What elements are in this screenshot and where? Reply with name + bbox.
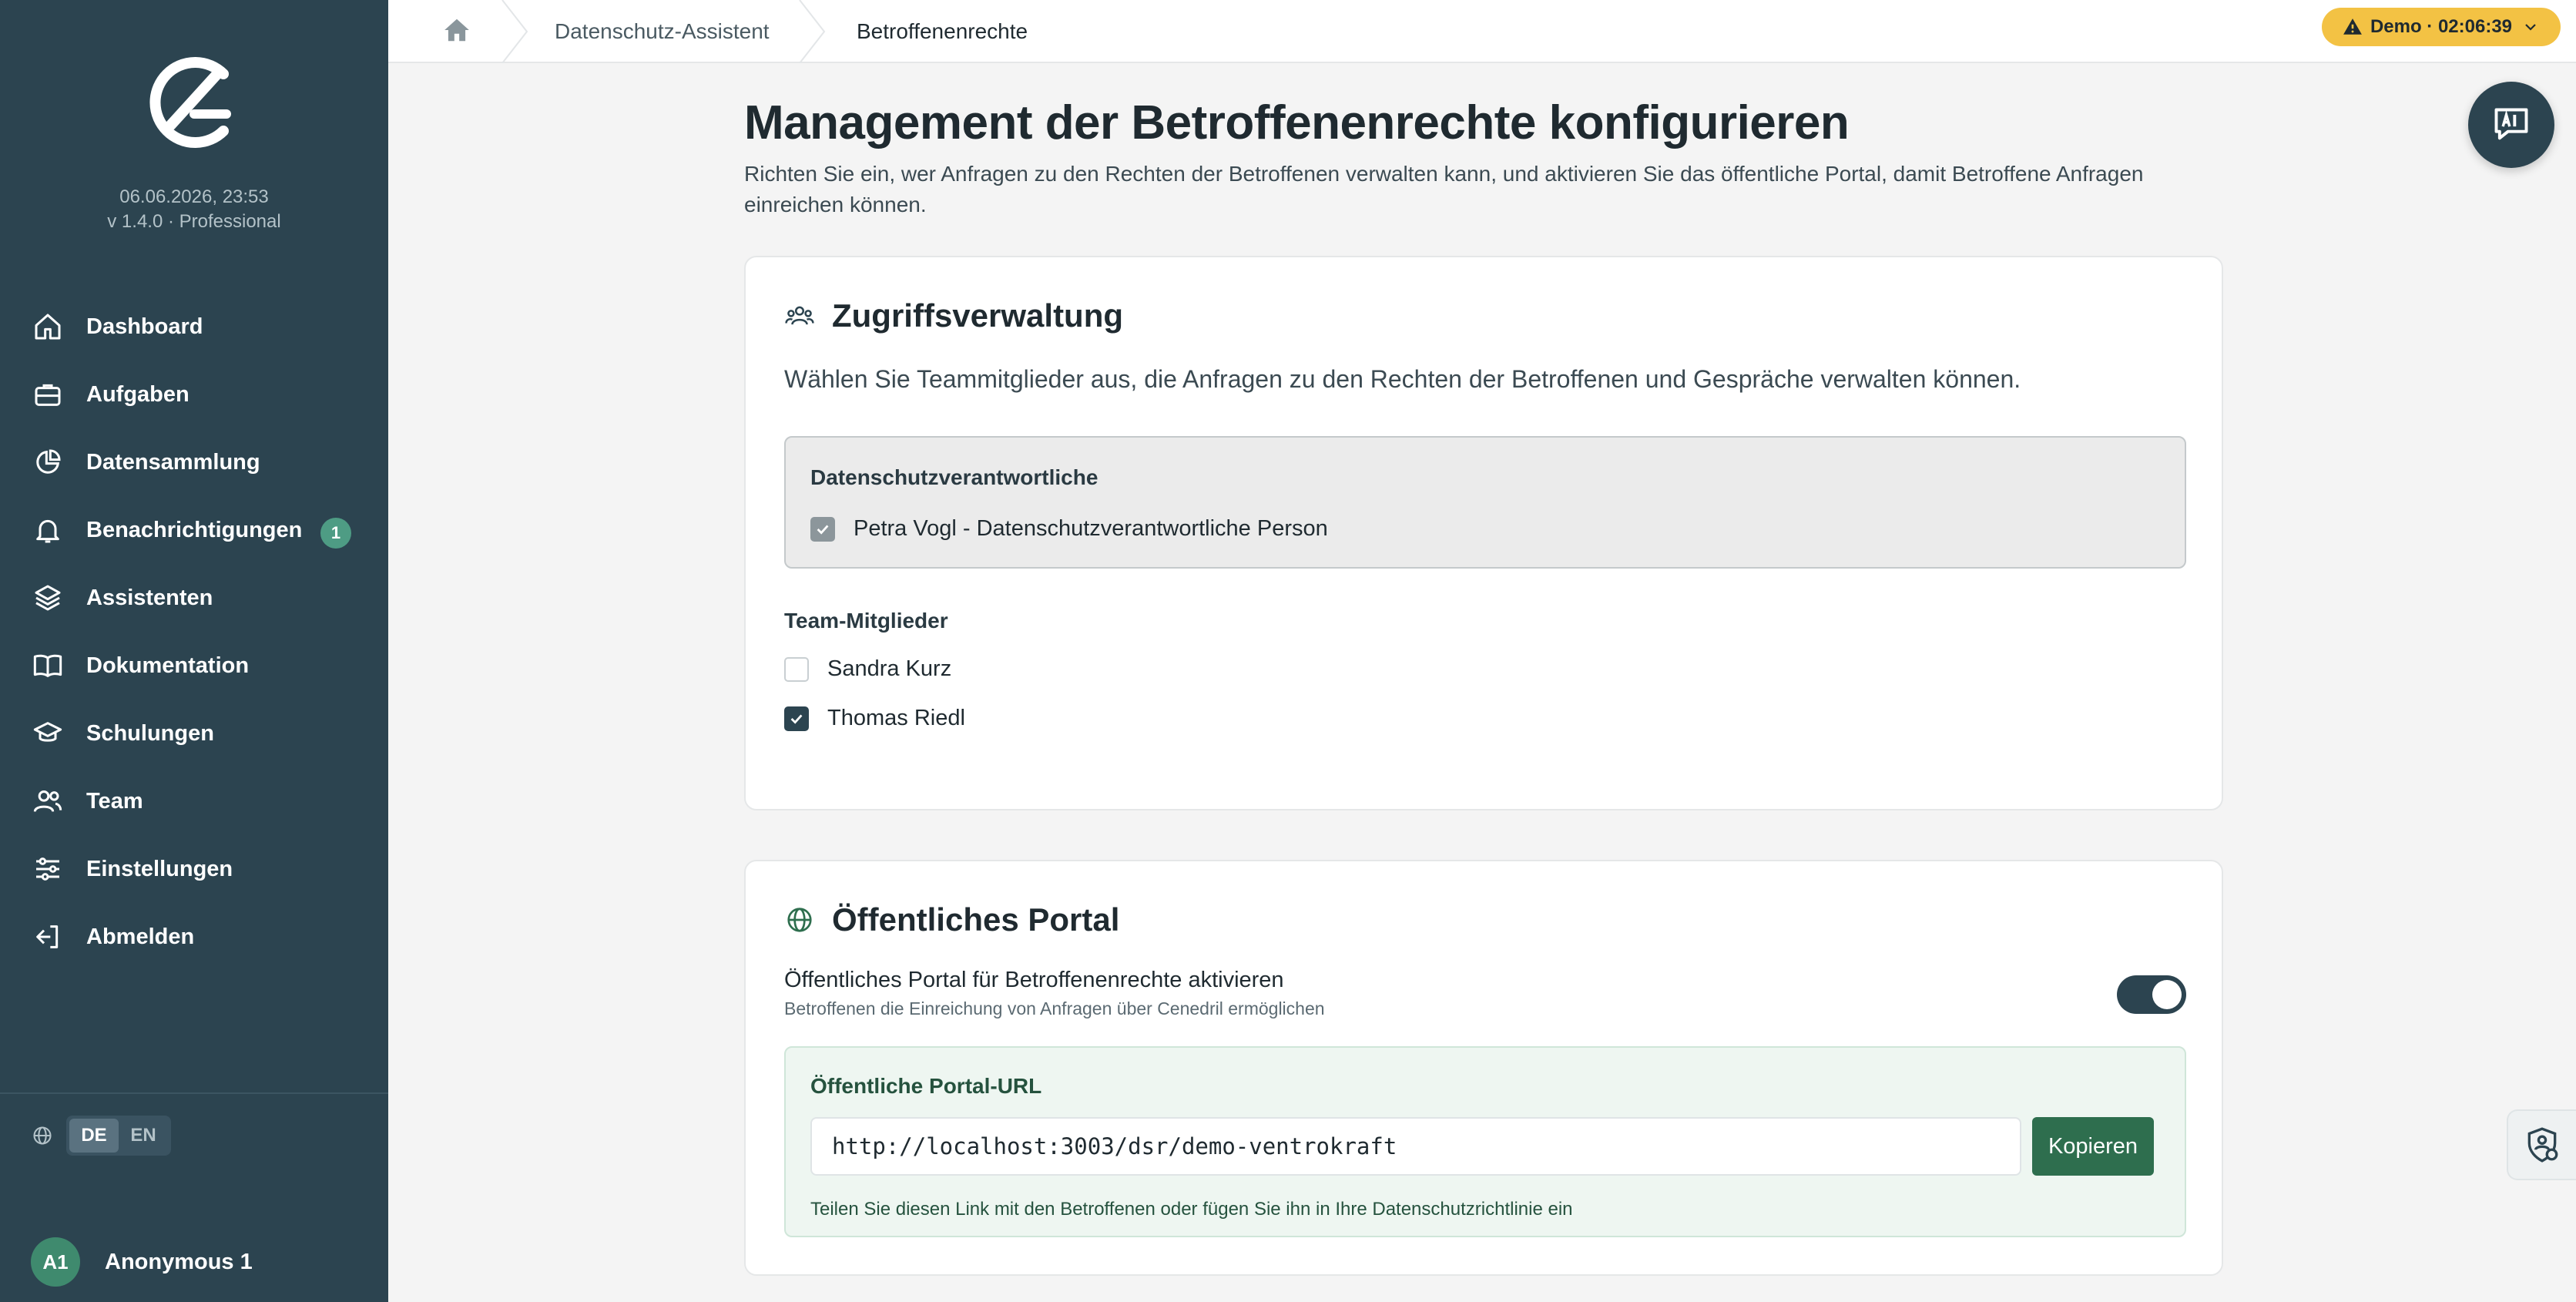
language-switcher: DE EN bbox=[31, 1116, 171, 1156]
sidebar-divider bbox=[0, 1092, 388, 1094]
sidebar-item-label: Schulungen bbox=[86, 720, 214, 746]
logout-icon bbox=[31, 920, 65, 954]
sidebar-item-dashboard[interactable]: Dashboard bbox=[0, 293, 388, 361]
dpo-section: Datenschutzverantwortliche Petra Vogl - … bbox=[784, 436, 2186, 569]
book-icon bbox=[31, 649, 65, 683]
card-subtitle: Wählen Sie Teammitglieder aus, die Anfra… bbox=[784, 365, 2021, 393]
user-profile[interactable]: A1 Anonymous 1 bbox=[31, 1237, 253, 1287]
page-description: Richten Sie ein, wer Anfragen zu den Rec… bbox=[744, 162, 2144, 216]
breadcrumb-item[interactable]: Datenschutz-Assistent bbox=[555, 0, 770, 63]
sidebar-nav: Dashboard Aufgaben Datensammlung Benachr… bbox=[0, 293, 388, 971]
dpo-label: Datenschutzverantwortliche bbox=[810, 465, 1098, 489]
sidebar: 06.06.2026, 23:53 v 1.4.0 · Professional… bbox=[0, 0, 388, 1302]
globe-icon bbox=[31, 1124, 54, 1147]
sidebar-item-einstellungen[interactable]: Einstellungen bbox=[0, 835, 388, 903]
sidebar-item-assistenten[interactable]: Assistenten bbox=[0, 564, 388, 632]
chevron-down-icon bbox=[2525, 24, 2536, 31]
users-icon bbox=[784, 300, 815, 331]
dpo-person-name: Petra Vogl - Datenschutzverantwortliche … bbox=[854, 516, 1328, 541]
copy-button[interactable]: Kopieren bbox=[2032, 1117, 2154, 1176]
portal-enable-toggle[interactable] bbox=[2117, 975, 2186, 1014]
sidebar-item-label: Team bbox=[86, 788, 143, 814]
sidebar-item-label: Aufgaben bbox=[86, 381, 190, 407]
sidebar-item-aufgaben[interactable]: Aufgaben bbox=[0, 361, 388, 428]
check-icon bbox=[790, 713, 803, 724]
demo-timer: Demo · 02:06:39 bbox=[2370, 16, 2513, 37]
card-header: Öffentliches Portal bbox=[784, 901, 1119, 938]
avatar: A1 bbox=[31, 1237, 80, 1287]
topbar: Datenschutz-Assistent Betroffenenrechte … bbox=[388, 0, 2576, 63]
portal-url-hint: Teilen Sie diesen Link mit den Betroffen… bbox=[810, 1199, 1573, 1220]
user-name: Anonymous 1 bbox=[105, 1249, 253, 1274]
language-de-button[interactable]: DE bbox=[69, 1119, 119, 1153]
globe-icon bbox=[784, 904, 815, 935]
card-title: Öffentliches Portal bbox=[832, 901, 1120, 938]
home-icon bbox=[31, 310, 65, 344]
graduation-cap-icon bbox=[31, 716, 65, 750]
card-header: Zugriffsverwaltung bbox=[784, 297, 1123, 334]
team-member-row[interactable]: Sandra Kurz bbox=[784, 656, 951, 682]
breadcrumb-separator bbox=[799, 0, 826, 63]
portal-toggle-description: Betroffenen die Einreichung von Anfragen… bbox=[784, 998, 1325, 1018]
access-management-card: Zugriffsverwaltung Wählen Sie Teammitgli… bbox=[744, 256, 2223, 810]
dpo-checkbox bbox=[810, 516, 835, 542]
team-member-row[interactable]: Thomas Riedl bbox=[784, 706, 965, 731]
privacy-settings-tab[interactable] bbox=[2507, 1109, 2576, 1180]
sidebar-item-label: Einstellungen bbox=[86, 856, 233, 881]
briefcase-icon bbox=[31, 378, 65, 411]
version-info: v 1.4.0 · Professional bbox=[107, 211, 281, 232]
check-icon bbox=[817, 524, 829, 535]
shield-settings-icon bbox=[2527, 1127, 2558, 1163]
bell-icon bbox=[31, 513, 65, 547]
sidebar-item-schulungen[interactable]: Schulungen bbox=[0, 700, 388, 767]
toggle-knob bbox=[2152, 980, 2182, 1009]
sidebar-item-label: Assistenten bbox=[86, 585, 213, 610]
language-toggle: DE EN bbox=[66, 1116, 171, 1156]
app-logo bbox=[149, 57, 231, 148]
sidebar-item-label: Benachrichtigungen bbox=[86, 517, 303, 542]
notification-count-badge: 1 bbox=[320, 518, 351, 549]
sidebar-item-team[interactable]: Team bbox=[0, 767, 388, 835]
breadcrumb-separator bbox=[501, 0, 528, 63]
team-members-label: Team-Mitglieder bbox=[784, 609, 948, 633]
demo-session-pill[interactable]: Demo · 02:06:39 bbox=[2322, 8, 2561, 46]
home-icon bbox=[442, 15, 471, 49]
member-name: Sandra Kurz bbox=[827, 656, 952, 681]
portal-url-field[interactable]: http://localhost:3003/dsr/demo-ventrokra… bbox=[810, 1117, 2021, 1176]
sidebar-item-label: Datensammlung bbox=[86, 449, 260, 475]
page-title: Management der Betroffenenrechte konfigu… bbox=[744, 96, 1850, 149]
member-name: Thomas Riedl bbox=[827, 706, 965, 730]
ai-chat-icon bbox=[2494, 108, 2528, 140]
dpo-checkbox-row: Petra Vogl - Datenschutzverantwortliche … bbox=[810, 516, 1328, 542]
sliders-icon bbox=[31, 852, 65, 886]
portal-toggle-label: Öffentliches Portal für Betroffenenrecht… bbox=[784, 968, 1284, 992]
member-checkbox-thomas-riedl[interactable] bbox=[784, 706, 809, 731]
sidebar-item-datensammlung[interactable]: Datensammlung bbox=[0, 428, 388, 496]
portal-url-section: Öffentliche Portal-URL http://localhost:… bbox=[784, 1046, 2186, 1237]
portal-url-label: Öffentliche Portal-URL bbox=[810, 1074, 1042, 1098]
users-icon bbox=[31, 784, 65, 818]
sidebar-item-label: Dokumentation bbox=[86, 653, 250, 678]
public-portal-card: Öffentliches Portal Öffentliches Portal … bbox=[744, 860, 2223, 1276]
sidebar-item-label: Dashboard bbox=[86, 314, 203, 339]
warning-icon bbox=[2343, 18, 2362, 35]
sidebar-item-label: Abmelden bbox=[86, 924, 195, 949]
layers-icon bbox=[31, 581, 65, 615]
language-en-button[interactable]: EN bbox=[119, 1119, 168, 1153]
ai-assistant-button[interactable] bbox=[2468, 82, 2554, 168]
card-title: Zugriffsverwaltung bbox=[832, 297, 1124, 334]
pie-chart-icon bbox=[31, 445, 65, 479]
breadcrumb-current: Betroffenenrechte bbox=[857, 19, 1028, 43]
build-date: 06.06.2026, 23:53 bbox=[119, 186, 269, 207]
breadcrumb-home[interactable] bbox=[419, 14, 495, 49]
sidebar-item-dokumentation[interactable]: Dokumentation bbox=[0, 632, 388, 700]
sidebar-item-abmelden[interactable]: Abmelden bbox=[0, 903, 388, 971]
sidebar-item-benachrichtigungen[interactable]: Benachrichtigungen 1 bbox=[0, 496, 388, 564]
member-checkbox-sandra-kurz[interactable] bbox=[784, 656, 809, 682]
